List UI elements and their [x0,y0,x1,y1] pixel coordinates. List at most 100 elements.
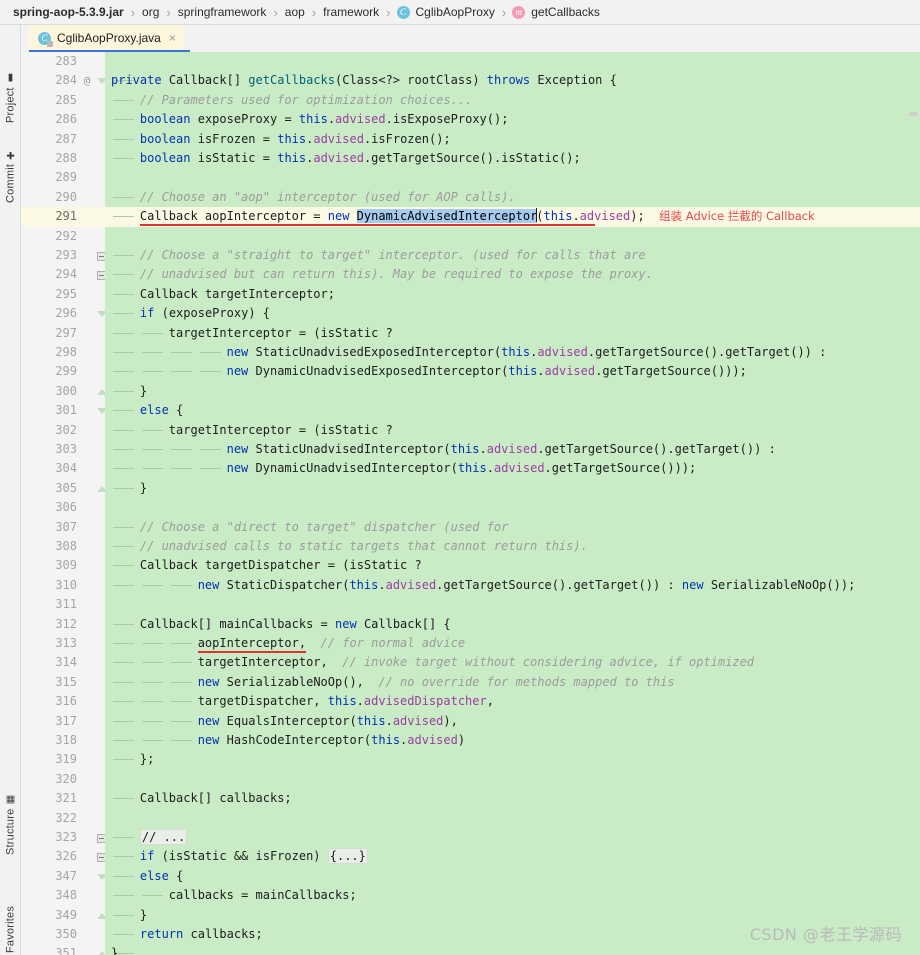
code-line[interactable] [105,595,920,614]
gutter-row[interactable]: 347 [21,867,107,886]
tab-cglibaopproxy-java[interactable]: C CglibAopProxy.java × [29,25,184,51]
code-line[interactable]: } [105,944,920,955]
code-line[interactable]: targetInterceptor, // invoke target with… [105,653,920,672]
tool-window-project[interactable]: Project ▮ [0,51,21,123]
code-line[interactable]: new StaticDispatcher(this.advised.getTar… [105,576,920,595]
code-line[interactable]: new DynamicUnadvisedInterceptor(this.adv… [105,459,920,478]
code-line[interactable]: if (isStatic && isFrozen) {...} [105,847,920,866]
gutter-row[interactable]: 291 [21,207,105,227]
gutter-row[interactable]: 288 [21,149,105,168]
gutter-row[interactable]: 302 [21,421,105,440]
gutter-row[interactable]: 348 [21,886,105,905]
gutter-row[interactable]: 320 [21,770,105,789]
gutter-row[interactable]: 301 [21,401,107,420]
gutter-row[interactable]: 351 [21,944,107,955]
code-line[interactable]: new EqualsInterceptor(this.advised), [105,712,920,731]
gutter-row[interactable]: 313 [21,634,105,653]
code-line[interactable]: // Choose a "straight to target" interce… [105,246,920,265]
scrollbar-marker[interactable] [909,112,918,116]
tool-window-structure[interactable]: Structure ▦ [0,769,21,855]
gutter-row[interactable]: 289 [21,168,105,187]
code-line[interactable] [105,52,920,71]
code-line[interactable]: targetDispatcher, this.advisedDispatcher… [105,692,920,711]
gutter-row[interactable]: 312 [21,615,105,634]
code-line[interactable]: // Choose a "direct to target" dispatche… [105,518,920,537]
gutter-row[interactable]: 315 [21,673,105,692]
annotation-marker-icon[interactable]: @ [81,71,93,90]
code-line[interactable]: // Choose an "aop" interceptor (used for… [105,188,920,207]
gutter-row[interactable]: 298 [21,343,105,362]
code-line[interactable]: }; [105,750,920,769]
code-line[interactable] [105,498,920,517]
gutter-row[interactable]: 321 [21,789,105,808]
code-line[interactable]: new StaticUnadvisedInterceptor(this.advi… [105,440,920,459]
code-line[interactable] [105,770,920,789]
code-line[interactable]: new DynamicUnadvisedExposedInterceptor(t… [105,362,920,381]
gutter-row[interactable]: 303 [21,440,105,459]
code-line[interactable] [105,809,920,828]
code-line[interactable]: targetInterceptor = (isStatic ? [105,324,920,343]
gutter-row[interactable]: 349 [21,906,107,925]
tool-window-favorites[interactable]: Favorites [0,867,21,953]
code-line[interactable] [105,227,920,246]
gutter-row[interactable]: 293 [21,246,106,265]
breadcrumb-item-org[interactable]: org [141,5,160,19]
code-line[interactable]: boolean exposeProxy = this.advised.isExp… [105,110,920,129]
folded-region[interactable]: // ... [139,829,188,845]
gutter-row[interactable]: 285 [21,91,105,110]
breadcrumb-item-framework[interactable]: framework [322,5,380,19]
code-line[interactable] [105,168,920,187]
gutter-row[interactable]: 304 [21,459,105,478]
code-line[interactable]: targetInterceptor = (isStatic ? [105,421,920,440]
close-icon[interactable]: × [169,31,176,45]
code-line[interactable]: new HashCodeInterceptor(this.advised) [105,731,920,750]
gutter-row[interactable]: 316 [21,692,105,711]
gutter-row[interactable]: 300 [21,382,107,401]
gutter-row[interactable]: 317 [21,712,105,731]
tool-window-commit[interactable]: Commit ✚ [0,125,21,203]
breadcrumb-item-jar[interactable]: spring-aop-5.3.9.jar [12,5,125,19]
gutter-row[interactable]: 350 [21,925,105,944]
gutter-row[interactable]: 314 [21,653,105,672]
code-line[interactable]: callbacks = mainCallbacks; [105,886,920,905]
gutter-row[interactable]: 292 [21,227,105,246]
gutter-row[interactable]: 286 [21,110,105,129]
code-line[interactable]: // unadvised but can return this). May b… [105,265,920,284]
breadcrumb-item-springframework[interactable]: springframework [177,5,268,19]
gutter-row[interactable]: 305 [21,479,107,498]
code-line[interactable]: boolean isFrozen = this.advised.isFrozen… [105,130,920,149]
gutter-row[interactable]: 307 [21,518,105,537]
gutter-row[interactable]: 311 [21,595,105,614]
gutter-row[interactable]: 287 [21,130,105,149]
gutter-row[interactable]: 297 [21,324,105,343]
folded-region[interactable]: {...} [327,848,368,865]
code-line[interactable]: // unadvised calls to static targets tha… [105,537,920,556]
code-line[interactable]: new SerializableNoOp(), // no override f… [105,673,920,692]
gutter-row[interactable]: 306 [21,498,105,517]
code-line[interactable]: } [105,479,920,498]
code-line[interactable]: Callback[] callbacks; [105,789,920,808]
gutter-row[interactable]: 319 [21,750,105,769]
gutter-row[interactable]: 290 [21,188,105,207]
gutter-row[interactable]: 326 [21,847,106,866]
code-line[interactable]: else { [105,401,920,420]
gutter-row[interactable]: 283 [21,52,105,71]
gutter-row[interactable]: 308 [21,537,105,556]
breadcrumb-item-method[interactable]: m getCallbacks [512,5,601,19]
breadcrumb-item-aop[interactable]: aop [284,5,306,19]
code-line[interactable]: boolean isStatic = this.advised.getTarge… [105,149,920,168]
code-editor[interactable]: 283 284 @285 286 287 288 289 290 291 292 293 294 295… [21,52,920,955]
code-line[interactable]: } [105,382,920,401]
code-line[interactable]: else { [105,867,920,886]
code-content[interactable]: private Callback[] getCallbacks(Class<?>… [105,52,920,955]
code-line[interactable]: new StaticUnadvisedExposedInterceptor(th… [105,343,920,362]
code-line[interactable]: Callback targetDispatcher = (isStatic ? [105,556,920,575]
code-line[interactable]: // ... [105,828,920,847]
gutter-row[interactable]: 310 [21,576,105,595]
code-line[interactable]: if (exposeProxy) { [105,304,920,323]
gutter-row[interactable]: 296 [21,304,107,323]
gutter-row[interactable]: 323 [21,828,106,847]
breadcrumb-item-class[interactable]: C CglibAopProxy [396,5,496,19]
gutter-row[interactable]: 322 [21,809,105,828]
code-line[interactable]: private Callback[] getCallbacks(Class<?>… [105,71,920,90]
